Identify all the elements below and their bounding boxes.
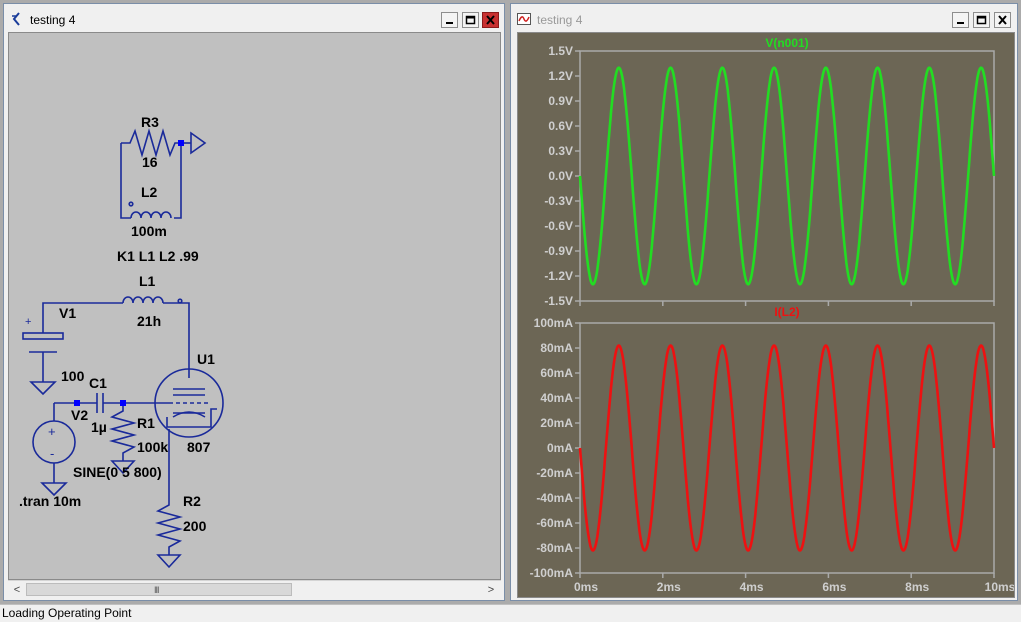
- plot-drawing[interactable]: 1.5V 1.2V 0.9V 0.6V 0.3V 0.0V -0.3V -0.6V -0.9V -…: [518, 33, 1014, 597]
- c1-value: 1µ: [91, 419, 107, 435]
- y-tick-label: 0.6V: [548, 119, 573, 133]
- r2-label: R2: [183, 493, 201, 509]
- y-tick-label: 20mA: [540, 416, 573, 430]
- l2-inductor-symbol[interactable]: [130, 211, 172, 219]
- y-tick-label: 80mA: [540, 341, 573, 355]
- scroll-right-arrow[interactable]: >: [484, 583, 498, 597]
- v2-minus-icon: -: [50, 446, 54, 461]
- l1-value: 21h: [137, 313, 161, 329]
- y-tick-label: 0mA: [547, 441, 573, 455]
- y-tick-label: -1.5V: [544, 294, 573, 308]
- v1-ground-icon: [29, 381, 57, 396]
- v1-battery-symbol[interactable]: [22, 332, 64, 340]
- v2-value: SINE(0 5 800): [73, 464, 162, 480]
- plot-window: testing 4 1.5V 1.2V 0.9V 0.6V 0.3V 0.0V -0.3V -…: [510, 3, 1018, 601]
- status-text: Loading Operating Point: [2, 606, 132, 620]
- waveform-trace[interactable]: [578, 66, 996, 286]
- v1-plus-icon: +: [25, 316, 31, 328]
- schematic-canvas[interactable]: + + - R3 16 L2 100m K1 L1 L2 .99 L1 21h …: [8, 32, 501, 580]
- y-tick-label: -80mA: [536, 541, 573, 555]
- v2-label: V2: [71, 407, 88, 423]
- close-button[interactable]: [482, 12, 499, 28]
- y-tick-label: -20mA: [536, 466, 573, 480]
- trace-title[interactable]: V(n001): [765, 36, 808, 50]
- r2-value: 200: [183, 518, 207, 534]
- l1-label: L1: [139, 273, 156, 289]
- y-tick-label: 1.2V: [548, 69, 573, 83]
- y-tick-label: 1.5V: [548, 44, 573, 58]
- r1-resistor-symbol[interactable]: [108, 403, 138, 461]
- y-tick-label: -0.9V: [544, 244, 573, 258]
- waveform-app-icon: [517, 13, 531, 25]
- plot-canvas[interactable]: 1.5V 1.2V 0.9V 0.6V 0.3V 0.0V -0.3V -0.6V -0.9V -…: [517, 32, 1015, 598]
- c1-label: C1: [89, 375, 107, 391]
- u1-value: 807: [187, 439, 211, 455]
- schematic-titlebar[interactable]: testing 4: [4, 4, 504, 32]
- l2-value: 100m: [131, 223, 167, 239]
- y-tick-label: -100mA: [530, 566, 574, 580]
- maximize-button[interactable]: [462, 12, 479, 28]
- junction-dot: [178, 140, 184, 146]
- r1-label: R1: [137, 415, 155, 431]
- junction-dot: [74, 400, 80, 406]
- horizontal-scrollbar[interactable]: < III >: [8, 580, 501, 599]
- y-tick-label: 0.3V: [548, 144, 573, 158]
- r2-resistor-symbol[interactable]: [154, 495, 184, 555]
- x-tick-label: 8ms: [905, 580, 929, 594]
- u1-label: U1: [197, 351, 215, 367]
- y-tick-label: -0.3V: [544, 194, 573, 208]
- plot-window-title: testing 4: [537, 13, 583, 27]
- schematic-app-icon: [12, 12, 20, 26]
- waveform-trace[interactable]: [578, 344, 996, 552]
- y-tick-label: -40mA: [536, 491, 573, 505]
- v1-value: 100: [61, 368, 85, 384]
- maximize-icon: [976, 15, 987, 25]
- coupling-directive[interactable]: K1 L1 L2 .99: [117, 248, 199, 264]
- schematic-drawing[interactable]: + + - R3 16 L2 100m K1 L1 L2 .99 L1 21h …: [9, 33, 500, 579]
- r3-label: R3: [141, 114, 159, 130]
- scroll-thumb[interactable]: III: [26, 583, 292, 596]
- scroll-grip-icon: III: [154, 585, 159, 595]
- y-tick-label: -1.2V: [544, 269, 573, 283]
- y-tick-label: 0.9V: [548, 94, 573, 108]
- scroll-left-arrow[interactable]: <: [10, 583, 24, 597]
- minimize-button[interactable]: [952, 12, 969, 28]
- close-button[interactable]: [994, 12, 1011, 28]
- maximize-button[interactable]: [973, 12, 990, 28]
- y-tick-label: 60mA: [540, 366, 573, 380]
- junction-dot: [120, 400, 126, 406]
- x-tick-label: 4ms: [740, 580, 764, 594]
- schematic-window: testing 4 + + - R3 16 L2 100m K1 L1 L2 .…: [3, 3, 505, 601]
- maximize-icon: [465, 15, 476, 25]
- status-bar: Loading Operating Point: [0, 604, 1021, 622]
- minimize-icon: [446, 22, 453, 24]
- v2-plus-icon: +: [48, 424, 56, 439]
- x-tick-label: 10ms: [985, 580, 1014, 594]
- plot-titlebar[interactable]: testing 4: [511, 4, 1017, 32]
- close-icon: [486, 15, 495, 25]
- y-tick-label: 40mA: [540, 391, 573, 405]
- schematic-window-title: testing 4: [30, 13, 76, 27]
- r2-ground-icon: [156, 554, 182, 569]
- y-tick-label: -0.6V: [544, 219, 573, 233]
- x-tick-label: 2ms: [657, 580, 681, 594]
- l1-inductor-symbol[interactable]: [122, 296, 164, 304]
- y-tick-label: -60mA: [536, 516, 573, 530]
- x-tick-label: 0ms: [574, 580, 598, 594]
- y-tick-label: 100mA: [534, 316, 574, 330]
- c1-capacitor-symbol[interactable]: [96, 393, 104, 413]
- r1-value: 100k: [137, 439, 168, 455]
- minimize-icon: [957, 22, 964, 24]
- tran-directive[interactable]: .tran 10m: [19, 493, 81, 509]
- y-tick-label: 0.0V: [548, 169, 573, 183]
- x-tick-label: 6ms: [822, 580, 846, 594]
- r3-value: 16: [142, 154, 158, 170]
- l2-label: L2: [141, 184, 158, 200]
- minimize-button[interactable]: [441, 12, 458, 28]
- trace-title[interactable]: I(L2): [774, 305, 799, 319]
- ground-flag-icon: [190, 131, 207, 155]
- r3-resistor-symbol[interactable]: [121, 128, 181, 158]
- close-icon: [998, 15, 1007, 25]
- v1-label: V1: [59, 305, 76, 321]
